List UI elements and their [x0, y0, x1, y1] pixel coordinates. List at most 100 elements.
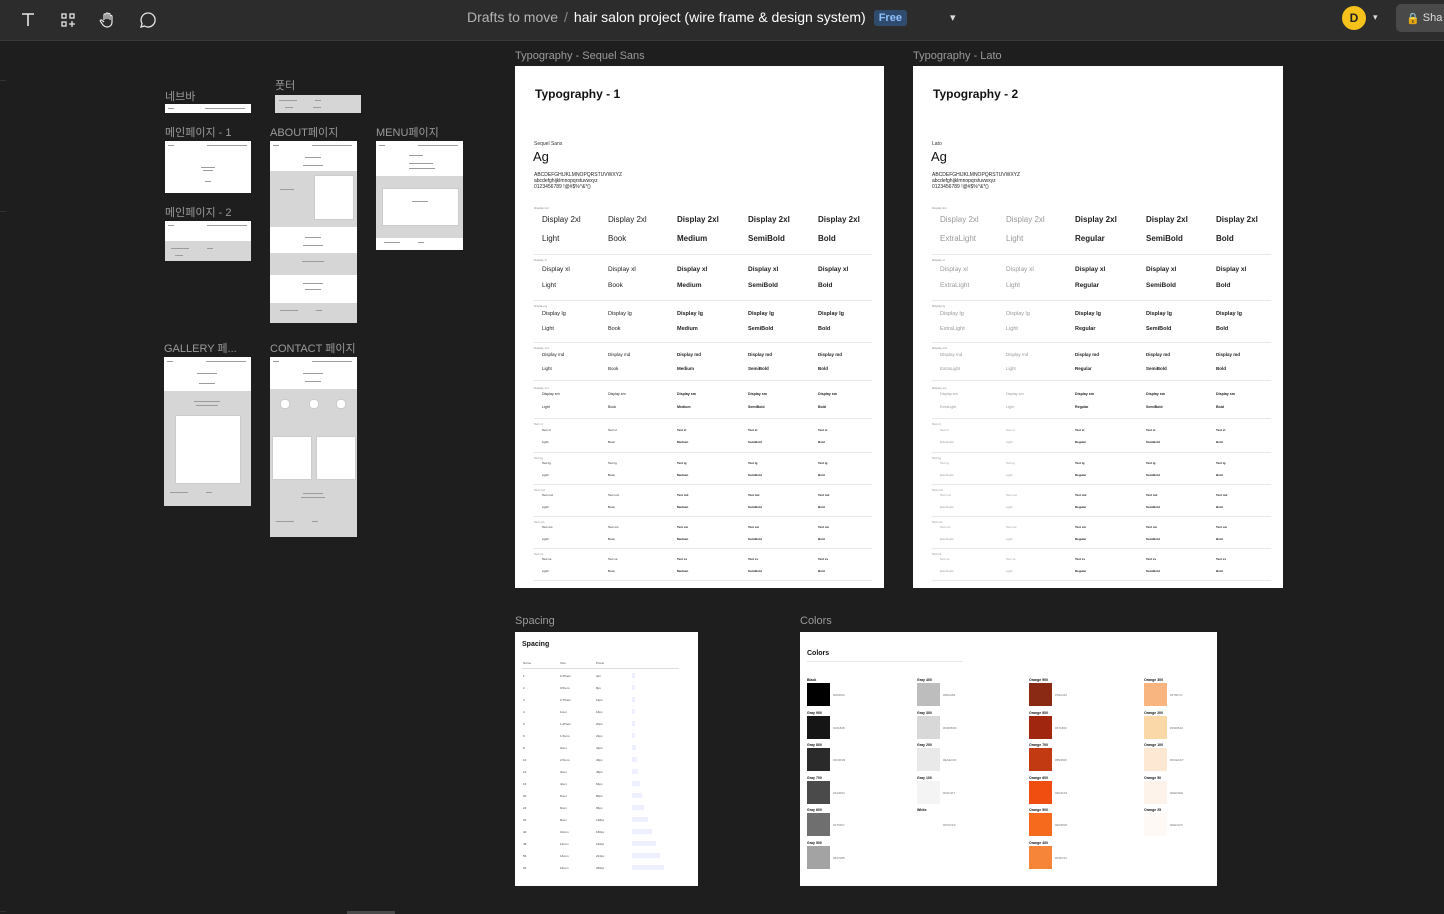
type-sample-name: Text md: [1146, 493, 1158, 498]
color-swatch[interactable]: [1029, 748, 1052, 771]
row-divider: [534, 342, 872, 343]
type-sample-name: Display lg: [940, 311, 964, 318]
color-swatch[interactable]: [1029, 715, 1052, 739]
type-sample-weight: SemiBold: [1146, 326, 1172, 332]
chevron-down-icon[interactable]: ▾: [1373, 12, 1378, 23]
typography-lato-frame[interactable]: Typography - 2 Lato Ag ABCDEFGHIJKLMNOPQ…: [913, 66, 1283, 588]
breadcrumb-drafts-link[interactable]: Drafts to move: [467, 9, 558, 25]
comment-icon[interactable]: [134, 6, 162, 34]
color-swatch[interactable]: [1144, 813, 1167, 836]
file-name[interactable]: hair salon project (wire frame & design …: [574, 9, 866, 25]
color-swatch[interactable]: [1144, 748, 1167, 771]
color-swatch[interactable]: [807, 683, 830, 706]
type-sample-weight: Bold: [1216, 365, 1226, 371]
hand-tool-icon[interactable]: [94, 6, 122, 34]
typography-sequel-frame[interactable]: Typography - 1 Sequel Sans Ag ABCDEFGHIJ…: [515, 66, 884, 588]
color-swatch[interactable]: [1144, 683, 1167, 706]
type-sample-name: Text md: [677, 493, 689, 498]
frame-label-menu[interactable]: MENU페이지: [376, 124, 439, 140]
navbar-frame[interactable]: [165, 104, 251, 113]
type-scale-row: Display 2xl Display 2xl ExtraLight Display …: [932, 206, 1271, 256]
frame-label-about[interactable]: ABOUT페이지: [270, 124, 338, 140]
color-swatch[interactable]: [1029, 813, 1052, 836]
color-swatch[interactable]: [917, 780, 940, 804]
spacing-frame[interactable]: Spacing Name Size Pixels 1 0.25rem 4px 2 0.5rem…: [515, 632, 698, 886]
colors-frame[interactable]: Colors Black #000000 Gray 900 #101828 Gray 8…: [800, 632, 1217, 886]
canvas-ruler-mark: [0, 911, 6, 912]
gallery-frame[interactable]: [164, 357, 251, 506]
spacing-cell: 64px: [596, 782, 603, 786]
frame-label-typo-lato[interactable]: Typography - Lato: [913, 50, 1002, 62]
color-swatch[interactable]: [917, 715, 940, 739]
type-sample-weight: Book: [608, 472, 615, 477]
type-scale-label: Display lg: [932, 304, 946, 308]
file-menu-chevron-icon[interactable]: ▾: [950, 11, 956, 24]
type-sample-weight: SemiBold: [748, 233, 785, 243]
type-sample-weight: Light: [542, 404, 550, 409]
type-sample-name: Display 2xl: [542, 215, 581, 224]
color-swatch[interactable]: [807, 780, 830, 804]
type-sample-weight: Medium: [677, 439, 689, 444]
type-sample-weight: SemiBold: [1146, 536, 1160, 541]
text-tool-icon[interactable]: [14, 6, 42, 34]
share-button[interactable]: 🔒 Sha: [1396, 4, 1444, 32]
type-sample-name: Display 2xl: [677, 215, 719, 224]
spacing-cell: 8px: [596, 686, 601, 690]
main1-frame[interactable]: [165, 141, 251, 193]
type-sample-weight: Medium: [677, 404, 691, 409]
avatar[interactable]: D: [1342, 6, 1366, 30]
type-sample-weight: SemiBold: [748, 536, 762, 541]
color-swatch[interactable]: [1029, 683, 1052, 706]
plan-badge[interactable]: Free: [873, 10, 907, 26]
color-swatch[interactable]: [1144, 715, 1167, 739]
about-frame[interactable]: [270, 141, 357, 323]
frame-label-spacing[interactable]: Spacing: [515, 615, 555, 627]
color-swatch[interactable]: [1029, 780, 1052, 804]
footer-frame[interactable]: [275, 95, 361, 113]
top-toolbar: Drafts to move / hair salon project (wire …: [0, 0, 1444, 41]
type-sample-name: Display lg: [1006, 311, 1030, 318]
type-sample-name: Text sm: [1216, 525, 1228, 530]
color-swatch[interactable]: [807, 845, 830, 869]
frame-label-navbar[interactable]: 네브바: [165, 88, 195, 104]
spacing-cell: 12px: [596, 698, 603, 702]
color-swatch-hex: #000000: [833, 693, 845, 697]
character-set: ABCDEFGHIJKLMNOPQRSTUVWXYZ abcdefghijklm…: [534, 172, 694, 190]
type-sample-name: Text xs: [677, 557, 688, 562]
color-swatch[interactable]: [1144, 780, 1167, 804]
type-sample-weight: Regular: [1075, 282, 1100, 290]
type-sample-name: Text sm: [542, 525, 553, 530]
color-swatch-hex: #344054: [833, 790, 845, 795]
frame-label-main2[interactable]: 메인페이지 - 2: [165, 204, 232, 220]
main2-frame[interactable]: [165, 221, 251, 261]
type-sample-weight: Light: [1006, 472, 1013, 477]
frame-label-typo-sequel[interactable]: Typography - Sequel Sans: [515, 50, 645, 62]
color-swatch[interactable]: [807, 813, 830, 836]
type-sample-name: Display xl: [542, 265, 570, 273]
type-sample-name: Text xs: [748, 557, 759, 562]
color-swatch[interactable]: [917, 683, 940, 706]
frame-label-footer[interactable]: 풋터: [275, 77, 295, 93]
frame-label-colors[interactable]: Colors: [800, 615, 832, 627]
spacing-bar: [632, 793, 642, 798]
type-sample-name: Text sm: [1146, 525, 1158, 530]
frame-label-gallery[interactable]: GALLERY 페...: [164, 340, 237, 356]
type-sample-weight: Medium: [677, 504, 689, 509]
spacing-cell: 128px: [596, 818, 605, 822]
frame-label-contact[interactable]: CONTACT 페이지: [270, 340, 356, 356]
spacing-column-header: Size: [560, 661, 566, 665]
type-scale-row: Text md Text md ExtraLight Text md Light Text…: [932, 488, 1271, 518]
components-icon[interactable]: [54, 6, 82, 34]
menu-frame[interactable]: [376, 141, 463, 250]
color-swatch[interactable]: [807, 748, 830, 771]
color-swatch[interactable]: [807, 715, 830, 739]
color-swatch-hex: #7E2410: [1055, 693, 1068, 697]
frame-label-main1[interactable]: 메인페이지 - 1: [165, 124, 232, 140]
contact-frame[interactable]: [270, 357, 357, 537]
color-swatch[interactable]: [1029, 845, 1052, 869]
type-scale-row: Text xs Text xs Light Text xs Book Text xs Med…: [534, 552, 872, 582]
color-swatch[interactable]: [917, 813, 940, 836]
type-scale-row: Display xl Display xl ExtraLight Display xl…: [932, 258, 1271, 302]
color-swatch[interactable]: [917, 748, 940, 771]
color-swatch-name: Gray 600: [807, 808, 822, 812]
